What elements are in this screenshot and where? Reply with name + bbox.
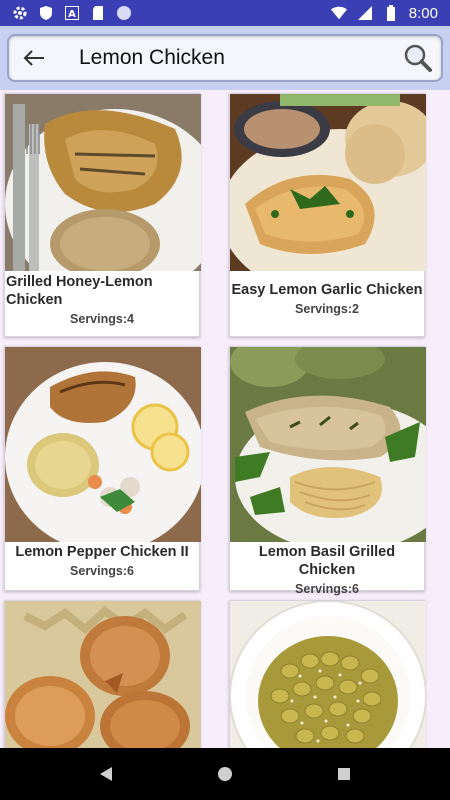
nav-recents-button[interactable] <box>332 762 356 786</box>
back-triangle-icon <box>100 767 112 781</box>
recipe-title: Grilled Honey-Lemon Chicken <box>6 274 153 308</box>
recipe-card[interactable]: Lemon Pepper Chicken II Servings:6 <box>4 346 201 591</box>
system-nav-bar <box>0 748 450 800</box>
svg-text:A: A <box>68 9 76 20</box>
back-button[interactable] <box>9 36 59 80</box>
recents-square-icon <box>338 768 350 780</box>
recipe-image <box>5 94 201 271</box>
recipe-image <box>230 601 426 748</box>
recipe-card[interactable] <box>4 600 201 748</box>
app-bar: Lemon Chicken <box>0 26 450 90</box>
recipe-servings: Servings:2 <box>295 302 359 316</box>
search-button[interactable] <box>395 36 441 80</box>
recipe-card[interactable]: Lemon Basil Grilled Chicken Servings:6 <box>229 346 426 596</box>
recipe-servings: Servings:4 <box>70 312 134 326</box>
a-icon: A <box>64 5 80 21</box>
recipe-image <box>5 601 201 748</box>
recipe-servings: Servings:6 <box>70 564 134 578</box>
circle-icon <box>116 5 132 21</box>
settings-icon <box>12 5 28 21</box>
recipe-title: Easy Lemon Garlic Chicken <box>231 282 423 298</box>
recipe-servings: Servings:6 <box>295 582 359 596</box>
recipe-grid: Grilled Honey-Lemon Chicken Servings:4 E… <box>0 90 450 748</box>
recipe-title: Lemon Basil Grilled Chicken <box>258 544 396 578</box>
battery-icon <box>383 5 399 21</box>
recipe-image <box>5 347 201 542</box>
recipe-card[interactable]: Grilled Honey-Lemon Chicken Servings:4 <box>4 93 201 337</box>
back-arrow-icon <box>23 50 44 66</box>
home-circle-icon <box>218 767 232 781</box>
wifi-icon <box>330 5 347 21</box>
nav-home-button[interactable] <box>213 762 237 786</box>
status-bar: A 8:00 <box>0 0 450 26</box>
search-input[interactable]: Lemon Chicken <box>79 46 395 70</box>
recipe-title: Lemon Pepper Chicken II <box>15 544 189 560</box>
status-time: 8:00 <box>408 4 438 22</box>
sd-card-icon <box>90 5 106 21</box>
signal-icon <box>357 5 373 21</box>
recipe-card[interactable]: Easy Lemon Garlic Chicken Servings:2 <box>229 93 426 337</box>
search-field[interactable]: Lemon Chicken <box>7 34 443 82</box>
nav-back-button[interactable] <box>94 762 118 786</box>
shield-icon <box>38 5 54 21</box>
search-icon <box>404 44 432 72</box>
recipe-card[interactable] <box>229 600 426 748</box>
recipe-image <box>230 94 426 271</box>
recipe-image <box>230 347 426 542</box>
